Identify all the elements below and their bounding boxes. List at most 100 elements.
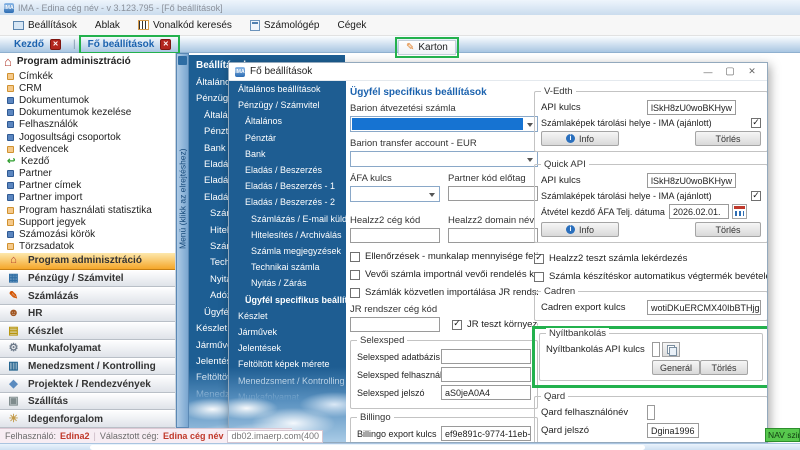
maximize-icon[interactable] <box>719 66 741 77</box>
tab-fo-beallitasok[interactable]: Fő beállítások✕ <box>82 38 178 51</box>
dialog-menu-item-ugyfel-specifikus-beallitasok[interactable]: Ügyfél specifikus beállítások <box>229 292 346 308</box>
nyiltbankolas-delete-button[interactable]: Törlés <box>700 360 748 375</box>
dialog-menu-item-feltoltott-kepek-merete[interactable]: Feltöltött képek mérete <box>229 356 346 372</box>
dialog-menu-item-keszlet[interactable]: Készlet <box>229 308 346 324</box>
dialog-menu-item-munkafolyamat[interactable]: Munkafolyamat <box>229 389 346 405</box>
vedth-api-input[interactable]: lSkH8zU0woBKHyw <box>647 100 736 115</box>
dialog-menu-item-altalanos[interactable]: Általános <box>229 113 346 129</box>
sidebar-item-jogosultsagi-csoportok[interactable]: Jogosultsági csoportok <box>0 131 175 143</box>
billingo-key-input[interactable]: ef9e891c-9774-11eb-9bb8-0 <box>441 426 531 441</box>
dialog-menu-item-penzugy-szamvitel[interactable]: Pénzügy / Számvitel <box>229 97 346 113</box>
dialog-menu-item-nyitas-zaras[interactable]: Nyitás / Zárás <box>229 275 346 291</box>
module-hr[interactable]: ☻HR <box>0 305 175 323</box>
menubar-item-szamologep[interactable]: Számológép <box>241 18 329 33</box>
afa-select[interactable] <box>350 186 440 202</box>
module-projektek-rendezvenyek[interactable]: ◆Projektek / Rendezvények <box>0 375 175 393</box>
sidebar-item-kedvencek[interactable]: Kedvencek <box>0 143 175 155</box>
quickapi-date-input[interactable]: 2026.02.01. <box>669 204 729 219</box>
nyiltbankolas-generate-button[interactable]: Generál <box>652 360 700 375</box>
dialog-menu-item-bank[interactable]: Bank <box>229 146 346 162</box>
menubar-item-beallitasok[interactable]: Beállítások <box>4 18 86 33</box>
module-szallitas[interactable]: ▣Szállítás <box>0 393 175 411</box>
checkbox-vevoi-szamla-importnal-vevoi-r[interactable] <box>350 270 360 280</box>
menubar-item-ablak[interactable]: Ablak <box>86 18 129 33</box>
auto-intake-checkbox[interactable] <box>534 272 544 282</box>
quickapi-store-checkbox[interactable] <box>751 191 761 201</box>
sidebar-item-felhasznalok[interactable]: Felhasználók <box>0 119 175 131</box>
quickapi-api-input[interactable]: lSkH8zU0woBKHyw <box>647 173 736 188</box>
module-szamlazas[interactable]: ✎Számlázás <box>0 287 175 305</box>
module-program-adminisztracio[interactable]: ⌂Program adminisztráció <box>0 252 175 270</box>
chevron-down-icon <box>527 123 533 127</box>
dialog-menu-item-altalanos-beallitasok[interactable]: Általános beállítások <box>229 81 346 97</box>
dialog-menu-item-jelentesek[interactable]: Jelentések <box>229 340 346 356</box>
barion-eur-select[interactable] <box>350 151 538 167</box>
nyiltbankolas-key-input[interactable] <box>652 342 660 357</box>
dialog-menu-item-eladas-beszerzes[interactable]: Eladás / Beszerzés <box>229 162 346 178</box>
sidebar-item-crm[interactable]: CRM <box>0 82 175 94</box>
dialog-menu-item-eladas-beszerzes-1[interactable]: Eladás / Beszerzés - 1 <box>229 178 346 194</box>
vedth-store-checkbox[interactable] <box>751 118 761 128</box>
module-penzugy-szamvitel[interactable]: ▦Pénzügy / Számvitel <box>0 270 175 288</box>
tab-close-icon[interactable]: ✕ <box>50 39 61 50</box>
vedth-delete-button[interactable]: Törlés <box>695 131 761 146</box>
tab-kezdo[interactable]: Kezdő✕ <box>8 38 67 51</box>
checkbox-ellenorzesek-munkalap-mennyise[interactable] <box>350 252 360 262</box>
healzz-domain-input[interactable] <box>448 228 538 243</box>
vedth-info-button[interactable]: iInfo <box>541 131 619 146</box>
dialog-menu-item-szamlazas-e-mail-kuldes[interactable]: Számlázás / E-mail küldés <box>229 211 346 227</box>
app-window: IMA IMA - Edina cég név - v 3.123.795 - … <box>0 0 800 450</box>
dialog-menu-item-penztar[interactable]: Pénztár <box>229 130 346 146</box>
nav-sync-button[interactable]: NAV szinkr <box>765 428 800 442</box>
quickapi-delete-button[interactable]: Törlés <box>695 222 761 237</box>
sidebar-item-program-hasznalati-statisztika[interactable]: Program használati statisztika <box>0 204 175 216</box>
menubar-item-vonalkod-kereses[interactable]: Vonalkód keresés <box>129 18 241 33</box>
menu-collapse-strip[interactable]: Menü (klikk az elrejtéshez) <box>176 53 189 428</box>
sidebar-item-szamozasi-korok[interactable]: Számozási körök <box>0 228 175 240</box>
dialog-menu-item-eladas-beszerzes-2[interactable]: Eladás / Beszerzés - 2 <box>229 194 346 210</box>
close-icon[interactable] <box>741 66 763 77</box>
house-icon: ⌂ <box>6 253 21 268</box>
dialog-menu-item-technikai-szamla[interactable]: Technikai számla <box>229 259 346 275</box>
sidebar-item-cimkek[interactable]: Címkék <box>0 70 175 82</box>
checkbox-szamlak-kozvetlen-importalasa-[interactable] <box>350 288 360 298</box>
module-menedzsment-kontrolling[interactable]: ▥Menedzsment / Kontrolling <box>0 358 175 376</box>
sidebar-item-partner-cimek[interactable]: Partner címek <box>0 180 175 192</box>
healzz-test-checkbox[interactable] <box>534 254 544 264</box>
qard-user-input[interactable] <box>647 405 655 420</box>
barion-account-select[interactable] <box>350 116 538 132</box>
pencil-icon: ✎ <box>6 289 21 304</box>
input-selexsped-felhasznalonev[interactable] <box>441 367 531 382</box>
input-selexsped-jelszo[interactable]: aS0jeA0A4 <box>441 385 531 400</box>
dialog-menu-item-szamla-megjegyzesek[interactable]: Számla megjegyzések <box>229 243 346 259</box>
copy-icon[interactable] <box>662 342 680 357</box>
quickapi-store-label: Számlaképek tárolási helye - IMA (ajánlo… <box>541 191 751 201</box>
sidebar-item-kezdo[interactable]: ↩Kezdő <box>0 155 175 167</box>
jr-code-input[interactable] <box>350 317 440 332</box>
healzz-code-input[interactable] <box>350 228 440 243</box>
sidebar-item-partner[interactable]: Partner <box>0 168 175 180</box>
calendar-icon[interactable] <box>732 204 747 219</box>
menubar-item-cegek[interactable]: Cégek <box>328 18 375 33</box>
partner-prefix-input[interactable] <box>448 186 538 201</box>
input-selexsped-adatbazis[interactable] <box>441 349 531 364</box>
qard-pass-input[interactable]: Dgina1996 <box>647 423 699 438</box>
karton-button[interactable]: ✎ Karton <box>398 40 456 55</box>
sidebar-item-support-jegyek[interactable]: Support jegyek <box>0 216 175 228</box>
jr-test-checkbox[interactable] <box>452 320 462 330</box>
quickapi-info-button[interactable]: iInfo <box>541 222 619 237</box>
sidebar-item-torzsadatok[interactable]: Törzsadatok <box>0 241 175 253</box>
module-munkafolyamat[interactable]: ⚙Munkafolyamat <box>0 340 175 358</box>
dialog-menu-item-hitelesites-archivalas[interactable]: Hitelesítés / Archiválás <box>229 227 346 243</box>
sidebar-item-dokumentumok[interactable]: Dokumentumok <box>0 94 175 106</box>
tab-close-icon[interactable]: ✕ <box>160 39 171 50</box>
minimize-icon[interactable] <box>697 67 719 77</box>
module-idegenforgalom[interactable]: ☀Idegenforgalom <box>0 410 175 428</box>
sidebar-item-dokumentumok-kezelese[interactable]: Dokumentumok kezelése <box>0 107 175 119</box>
dialog-menu-item-menedzsment-kontrolling[interactable]: Menedzsment / Kontrolling <box>229 373 346 389</box>
dialog-menu-item-jarmuvek[interactable]: Járművek <box>229 324 346 340</box>
cadren-key-input[interactable]: wotiDKuERCMX40IbBTHjg2dL <box>647 300 761 315</box>
module-keszlet[interactable]: ▤Készlet <box>0 322 175 340</box>
sidebar-item-partner-import[interactable]: Partner import <box>0 192 175 204</box>
orange-bullet <box>7 207 14 214</box>
